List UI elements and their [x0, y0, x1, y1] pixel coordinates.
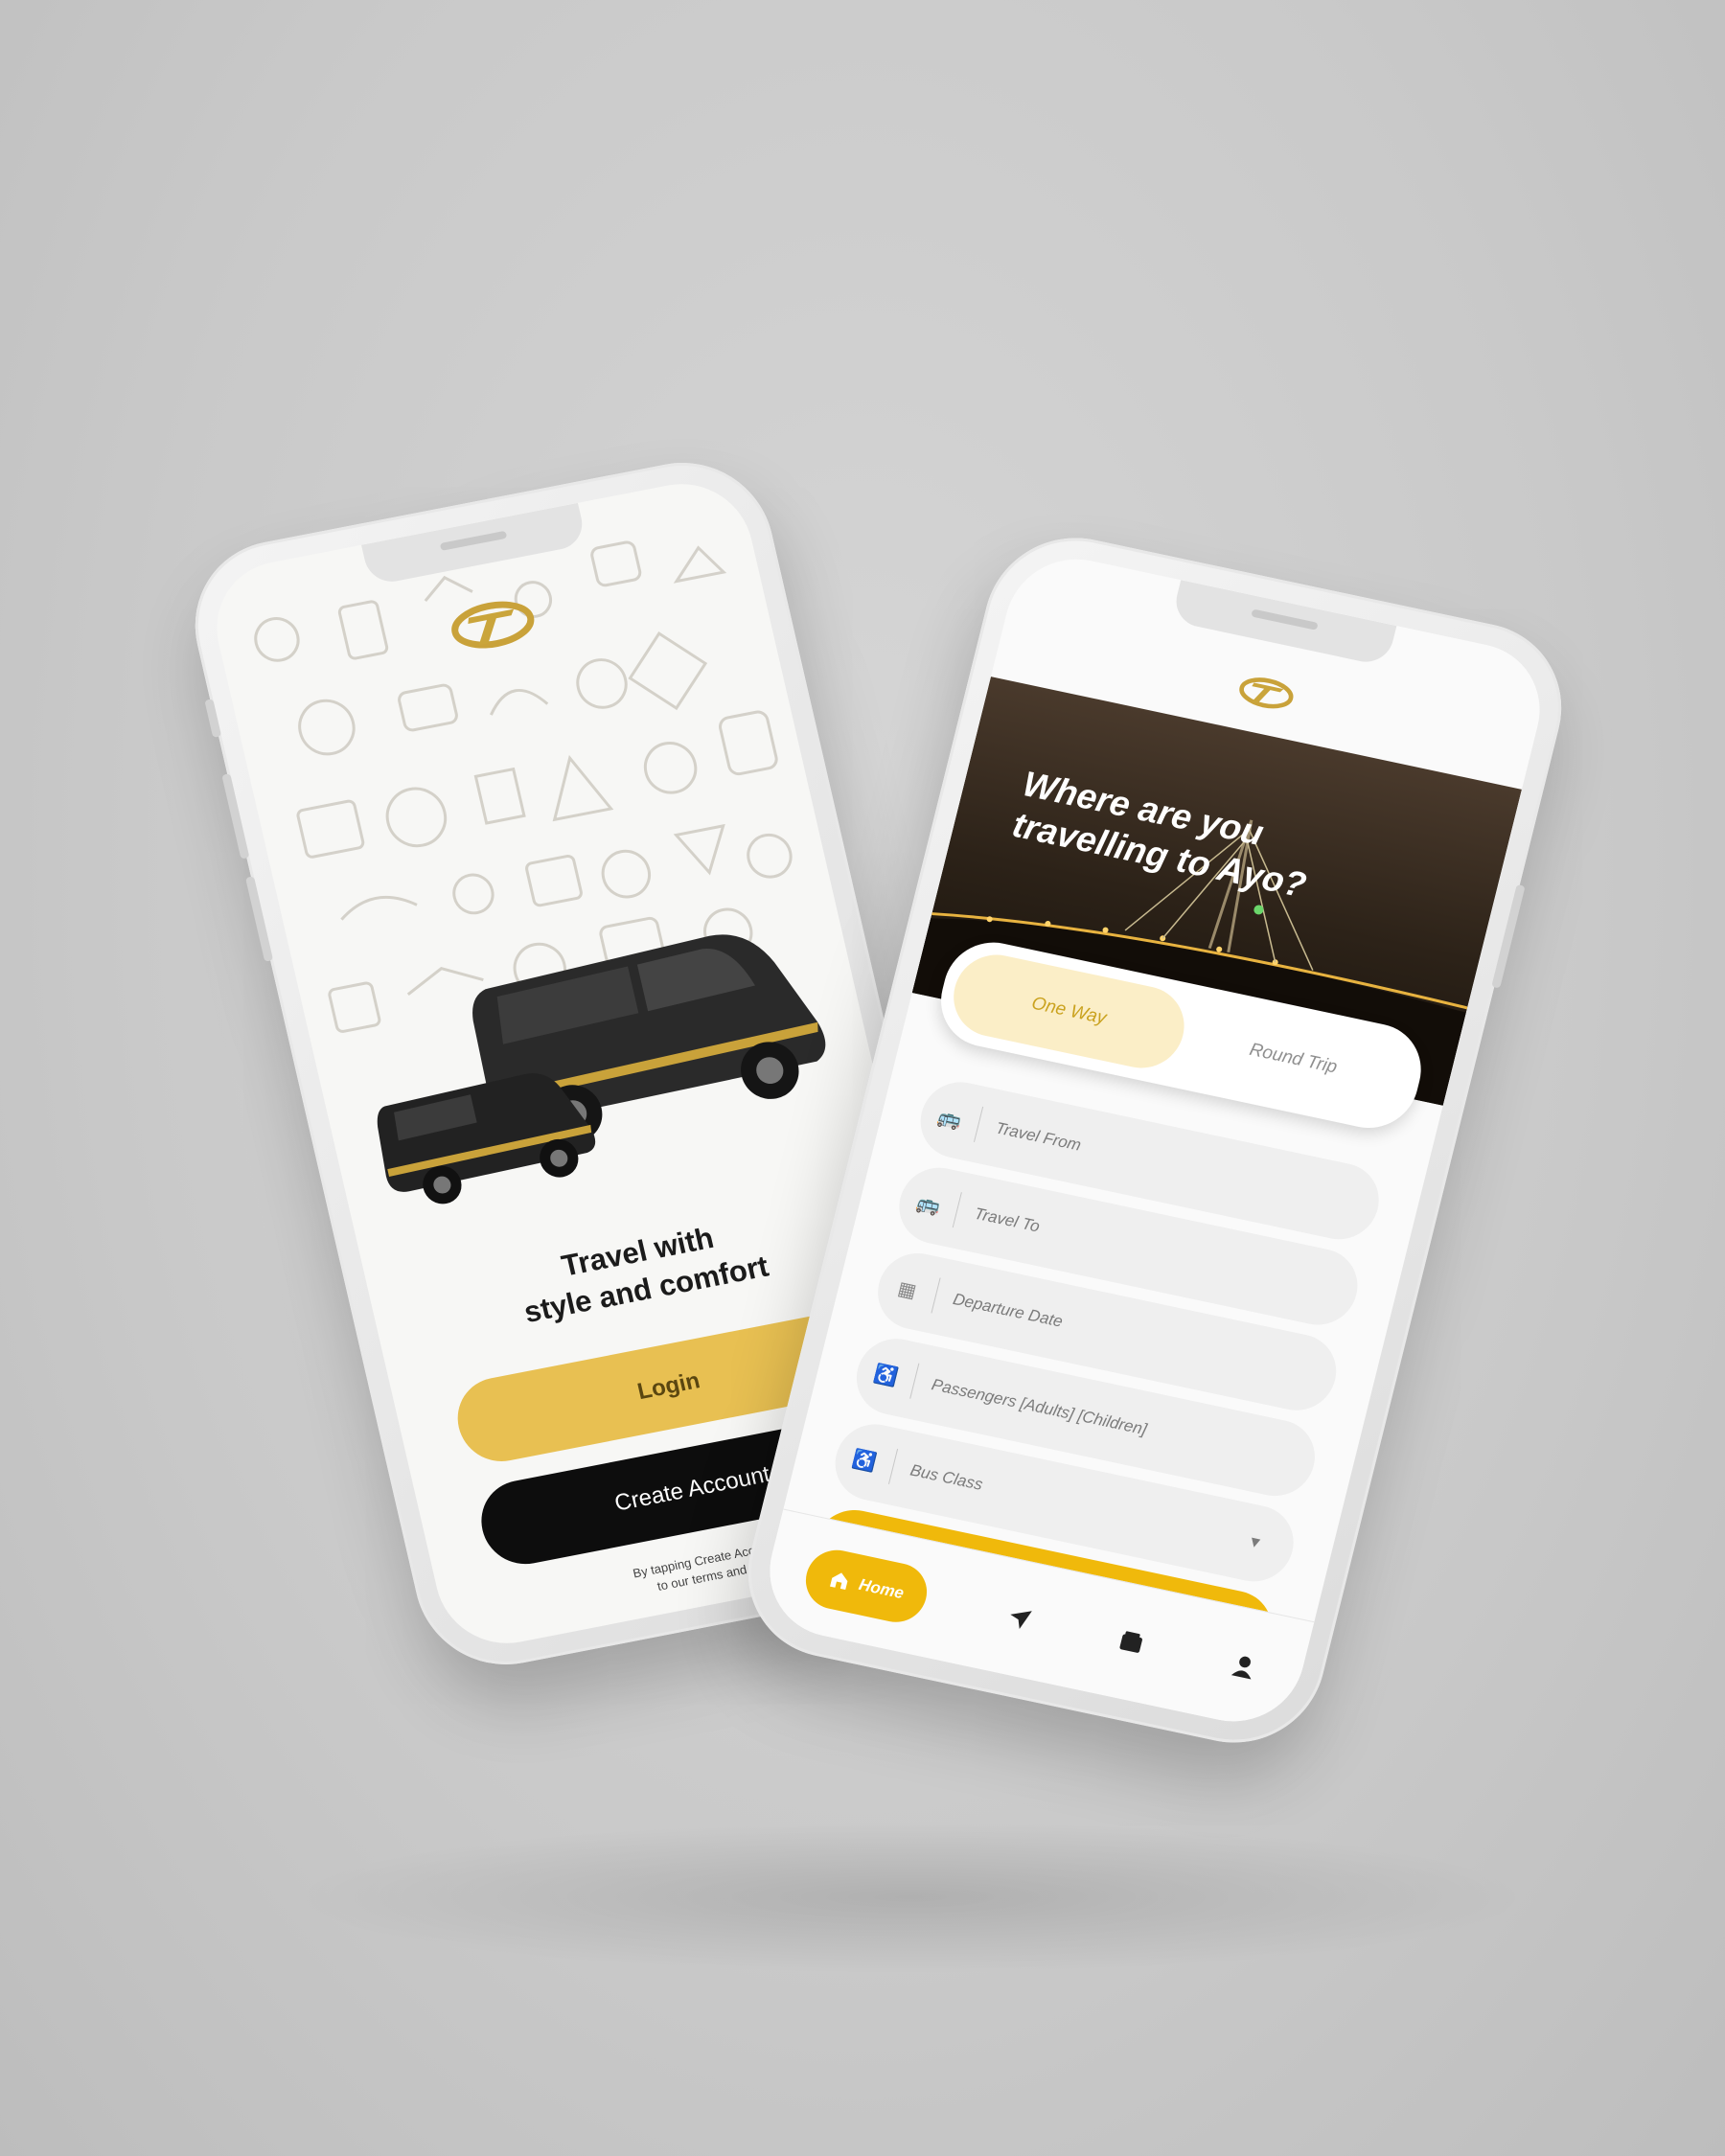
seat-icon: ♿ — [850, 1448, 879, 1474]
wallet-icon — [1119, 1631, 1143, 1653]
travel-to-placeholder: Travel To — [972, 1204, 1042, 1236]
navigation-icon — [1010, 1611, 1032, 1629]
passengers-placeholder: Passengers [Adults] [Children] — [930, 1375, 1149, 1439]
seat-icon: ♿ — [871, 1363, 901, 1388]
mute-switch — [204, 699, 222, 738]
floor-shadow — [288, 1821, 1533, 1974]
power-button — [1491, 883, 1526, 989]
brand-logo — [1239, 677, 1294, 709]
chevron-down-icon: ▼ — [1245, 1533, 1265, 1553]
travel-from-placeholder: Travel From — [993, 1118, 1084, 1155]
nav-profile[interactable] — [1221, 1643, 1268, 1688]
nav-wallet[interactable] — [1109, 1620, 1156, 1665]
nav-trips[interactable] — [996, 1596, 1043, 1641]
volume-down-button — [245, 876, 274, 962]
bus-icon: 🚌 — [913, 1191, 943, 1218]
bus-class-placeholder: Bus Class — [908, 1460, 985, 1494]
departure-date-placeholder: Departure Date — [951, 1290, 1065, 1331]
calendar-icon: ▦ — [895, 1277, 919, 1302]
home-icon — [829, 1572, 848, 1591]
volume-up-button — [221, 773, 250, 860]
notch — [1170, 580, 1397, 667]
search-screen: Where are you travelling to Ayo? One Way… — [755, 546, 1554, 1734]
bus-icon: 🚌 — [935, 1106, 964, 1132]
phone-right: Where are you travelling to Ayo? One Way… — [729, 521, 1580, 1759]
nav-home[interactable]: Home — [799, 1544, 933, 1628]
profile-icon — [1230, 1656, 1252, 1680]
nav-home-label: Home — [857, 1574, 907, 1603]
